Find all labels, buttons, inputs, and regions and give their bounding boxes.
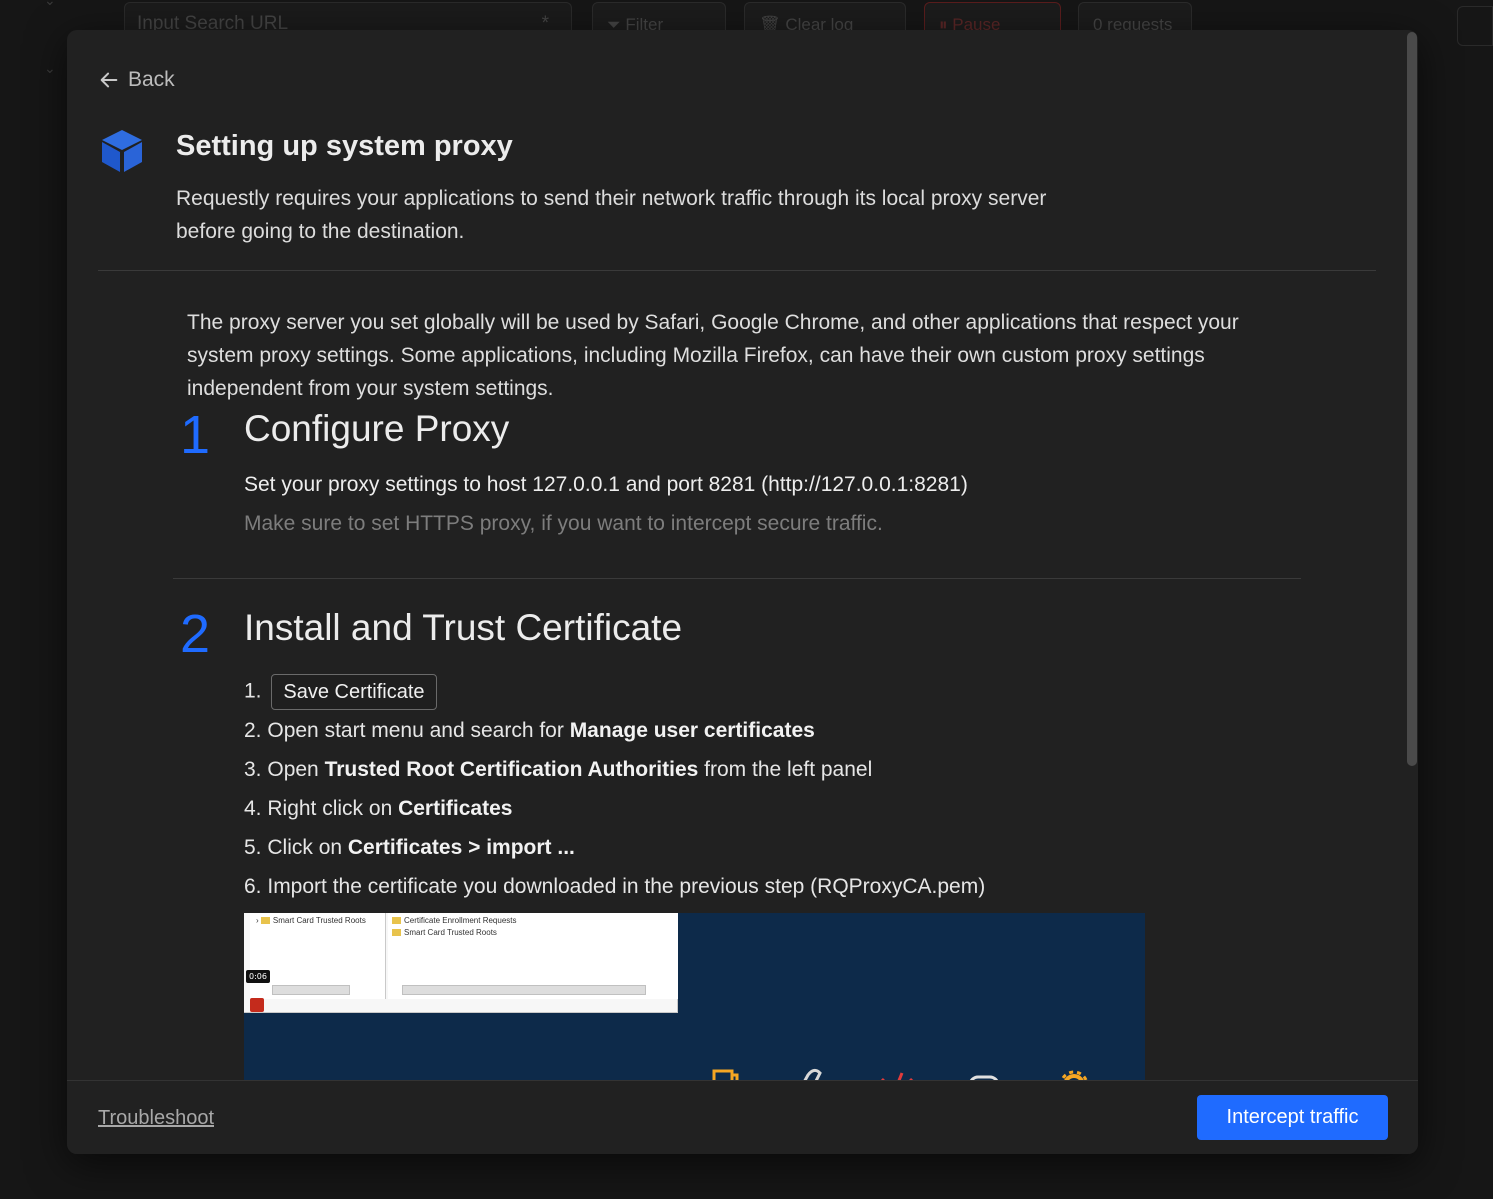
list-text: Click on: [267, 836, 348, 859]
list-bold-text: Certificates > import ...: [347, 836, 575, 859]
proxy-instruction: Set your proxy settings to host 127.0.0.…: [244, 473, 968, 496]
list-number: 3.: [244, 758, 262, 781]
gear-icon: [1060, 1070, 1088, 1080]
back-label: Back: [128, 68, 175, 91]
list-text: from the left panel: [698, 758, 873, 781]
cert-item-label: Certificate Enrollment Requests: [404, 916, 517, 925]
list-number: 5.: [244, 836, 262, 859]
list-text: Open start menu and search for: [267, 719, 570, 742]
background-side-button: [1457, 6, 1493, 46]
code-icon: [880, 1072, 914, 1080]
video-timestamp: 0:06: [246, 970, 270, 983]
list-item: 2. Open start menu and search for Manage…: [244, 715, 985, 754]
certificate-manager-window: › Smart Card Trusted Roots Certificate E…: [244, 913, 678, 1013]
save-certificate-button[interactable]: Save Certificate: [271, 674, 437, 710]
list-number: 6.: [244, 875, 262, 898]
list-text: Open: [267, 758, 325, 781]
list-number: 4.: [244, 797, 262, 820]
chevron-down-icon: ⌄: [44, 0, 56, 8]
tree-item-label: Smart Card Trusted Roots: [272, 916, 366, 925]
list-pane: Certificate Enrollment Requests Smart Ca…: [388, 913, 678, 999]
tutorial-video[interactable]: › Smart Card Trusted Roots Certificate E…: [244, 913, 1145, 1080]
modal-subtitle: Requestly requires your applications to …: [176, 187, 1047, 243]
list-bold-text: Certificates: [398, 797, 513, 820]
arrow-left-icon: [100, 72, 118, 88]
cert-item-label: Smart Card Trusted Roots: [404, 928, 497, 937]
pipeline-illustration: [712, 1068, 1088, 1080]
step-1-title: Configure Proxy: [244, 408, 510, 449]
list-number: 1.: [244, 679, 262, 703]
modal-footer: Troubleshoot Intercept traffic: [67, 1080, 1418, 1154]
list-item: 1. Save Certificate: [244, 674, 985, 715]
attachment-icon: [803, 1068, 822, 1080]
divider: [98, 270, 1376, 271]
list-bold-text: Trusted Root Certification Authorities: [324, 758, 699, 781]
divider: [173, 578, 1301, 579]
list-item: 6. Import the certificate you downloaded…: [244, 871, 985, 910]
troubleshoot-link[interactable]: Troubleshoot: [98, 1107, 214, 1130]
tree-pane: › Smart Card Trusted Roots: [250, 913, 386, 999]
intro-text: The proxy server you set globally will b…: [187, 311, 1239, 400]
certificate-steps-list: 1. Save Certificate 2. Open start menu a…: [244, 674, 985, 910]
https-hint: Make sure to set HTTPS proxy, if you wan…: [244, 512, 883, 535]
folder-icon: [392, 917, 401, 925]
scrollbar: [402, 985, 646, 995]
folder-icon: [260, 917, 270, 925]
setup-proxy-modal: Back Setting up system proxy Requestly r…: [67, 30, 1418, 1154]
modal-content: Back Setting up system proxy Requestly r…: [67, 30, 1404, 1080]
back-button[interactable]: Back: [98, 68, 175, 92]
modal-scrollbar[interactable]: [1404, 30, 1418, 1080]
list-number: 2.: [244, 719, 262, 742]
list-bold-text: Manage user certificates: [569, 719, 815, 742]
scrollbar: [272, 985, 350, 995]
step-1-number: 1: [180, 405, 211, 465]
list-text: Import the certificate you downloaded in…: [267, 875, 986, 898]
intercept-traffic-button[interactable]: Intercept traffic: [1197, 1095, 1388, 1140]
modal-title: Setting up system proxy: [176, 130, 513, 162]
list-item: 5. Click on Certificates > import ...: [244, 832, 985, 871]
coffee-icon: [712, 1069, 739, 1080]
scrollbar-thumb[interactable]: [1407, 32, 1417, 766]
step-2-number: 2: [180, 604, 211, 664]
list-text: Right click on: [267, 797, 399, 820]
chevron-down-icon: ⌄: [44, 60, 56, 76]
folder-icon: [392, 929, 401, 937]
record-icon: [250, 998, 264, 1012]
list-item: 3. Open Trusted Root Certification Autho…: [244, 754, 985, 793]
step-2-title: Install and Trust Certificate: [244, 607, 683, 648]
cube-icon: [102, 130, 142, 172]
list-item: 4. Right click on Certificates: [244, 793, 985, 832]
